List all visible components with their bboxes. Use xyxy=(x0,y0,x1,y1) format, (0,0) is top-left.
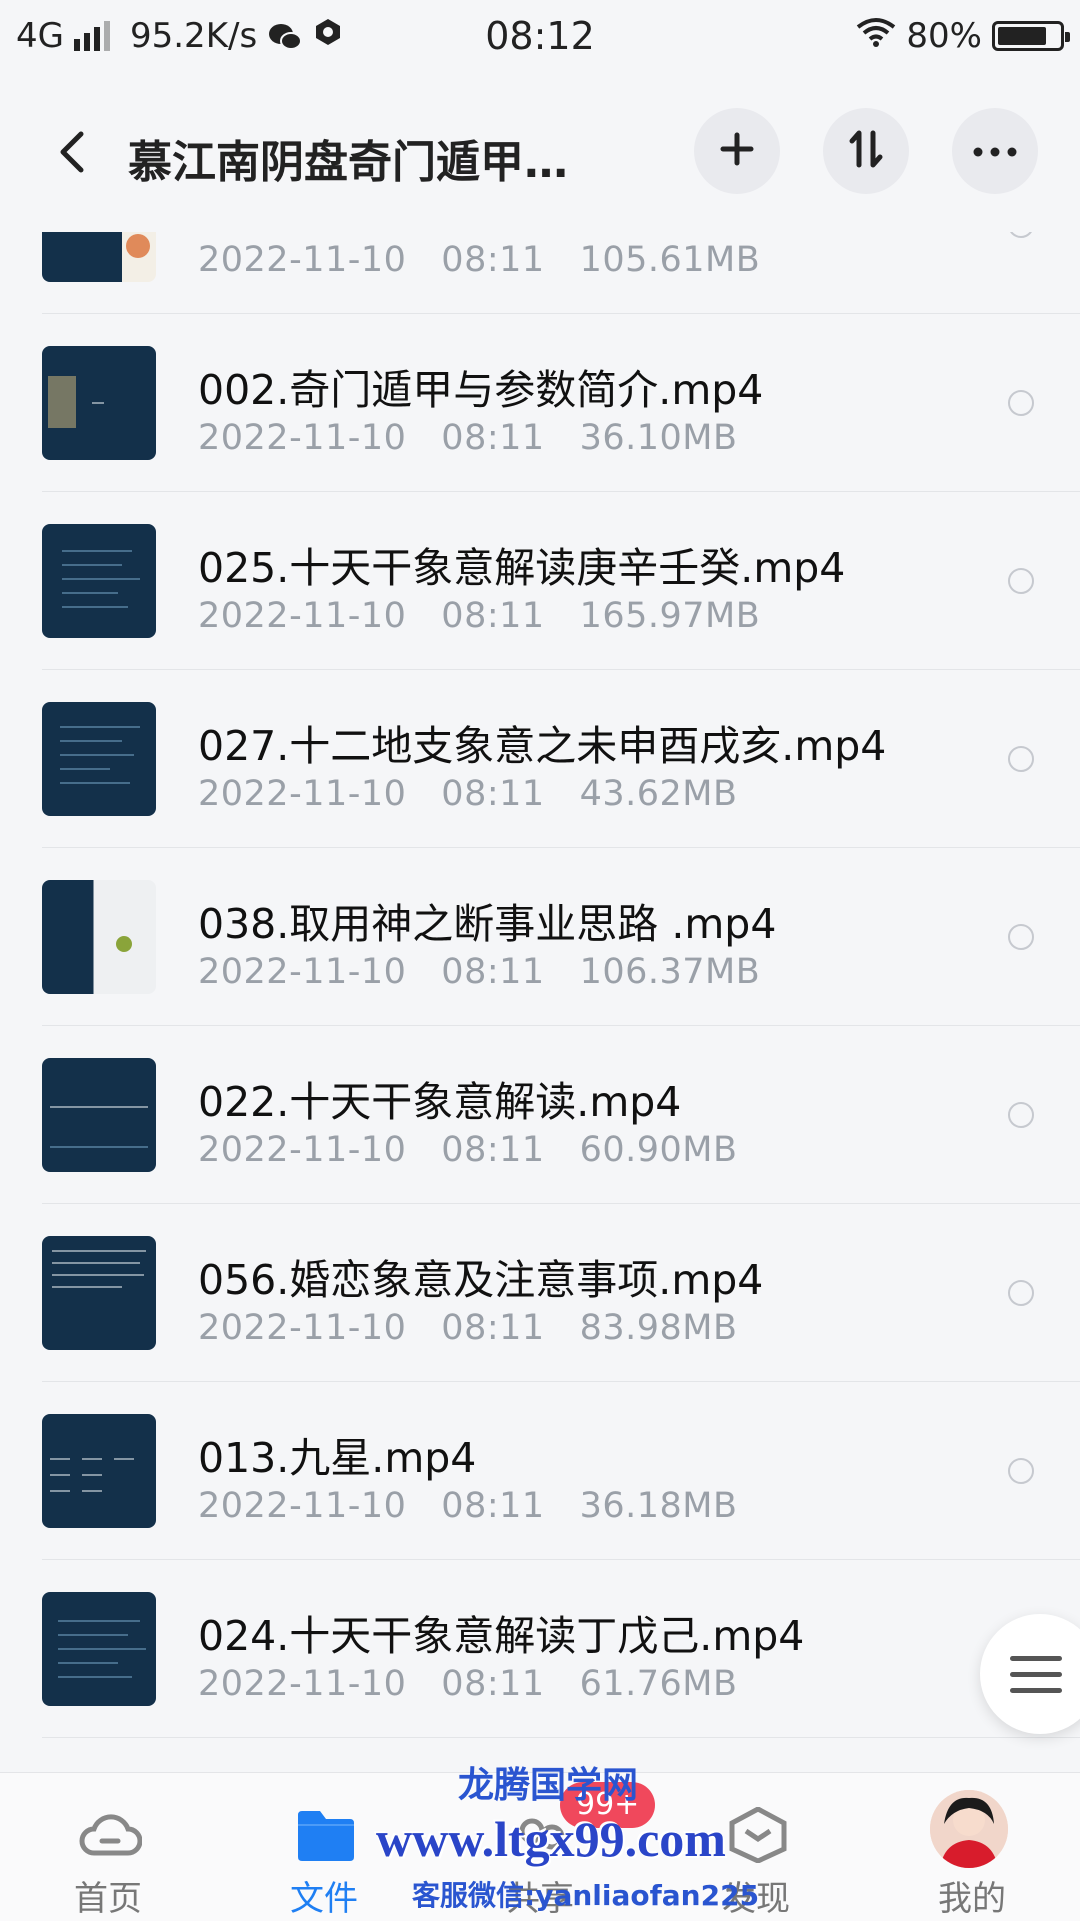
file-size: 105.61MB xyxy=(579,240,761,280)
list-item[interactable]: 025.十天干象意解读庚辛壬癸.mp4 2022-11-10 08:11 165… xyxy=(0,492,1080,670)
list-item[interactable]: 027.十二地支象意之未申酉戌亥.mp4 2022-11-10 08:11 43… xyxy=(0,670,1080,848)
file-meta: 2022-11-10 08:11 106.37MB xyxy=(198,952,760,992)
back-icon[interactable] xyxy=(44,124,100,180)
file-name: 013.九星.mp4 xyxy=(198,1434,477,1482)
plus-icon xyxy=(720,132,754,170)
file-size: 36.10MB xyxy=(579,418,738,458)
discover-icon xyxy=(726,1806,790,1864)
file-meta: 2022-11-10 08:11 105.61MB xyxy=(198,240,760,280)
status-right: 80% xyxy=(856,16,1070,56)
tab-home[interactable]: 首页 xyxy=(0,1773,216,1921)
video-thumbnail xyxy=(42,1058,156,1172)
video-thumbnail xyxy=(42,880,156,994)
file-time: 08:11 xyxy=(441,1308,545,1348)
video-thumbnail xyxy=(42,232,156,282)
tab-label: 文件 xyxy=(290,1879,358,1919)
file-time: 08:11 xyxy=(441,418,545,458)
list-item[interactable]: 056.婚恋象意及注意事项.mp4 2022-11-10 08:11 83.98… xyxy=(0,1204,1080,1382)
file-meta: 2022-11-10 08:11 60.90MB xyxy=(198,1130,737,1170)
file-date: 2022-11-10 xyxy=(198,1308,407,1348)
more-button[interactable] xyxy=(952,108,1038,194)
more-icon xyxy=(973,142,1017,161)
file-time: 08:11 xyxy=(441,240,545,280)
file-date: 2022-11-10 xyxy=(198,1130,407,1170)
file-meta: 2022-11-10 08:11 43.62MB xyxy=(198,774,737,814)
file-name: 025.十天干象意解读庚辛壬癸.mp4 xyxy=(198,544,846,592)
file-meta: 2022-11-10 08:11 36.18MB xyxy=(198,1486,737,1526)
file-name: 002.奇门遁甲与参数简介.mp4 xyxy=(198,366,764,414)
folder-icon xyxy=(294,1807,358,1863)
file-meta: 2022-11-10 08:11 36.10MB xyxy=(198,418,737,458)
sort-icon xyxy=(846,129,886,173)
divider xyxy=(42,1737,1080,1738)
battery-percent: 80% xyxy=(906,16,982,56)
file-time: 08:11 xyxy=(441,952,545,992)
wifi-icon xyxy=(856,16,896,56)
file-time: 08:11 xyxy=(441,596,545,636)
file-name: 027.十二地支象意之未申酉戌亥.mp4 xyxy=(198,722,887,770)
file-time: 08:11 xyxy=(441,1130,545,1170)
file-meta: 2022-11-10 08:11 61.76MB xyxy=(198,1664,737,1704)
video-thumbnail xyxy=(42,1414,156,1528)
file-date: 2022-11-10 xyxy=(198,1664,407,1704)
add-button[interactable] xyxy=(694,108,780,194)
select-radio[interactable] xyxy=(1008,924,1034,950)
list-item[interactable]: 002.奇门遁甲与参数简介.mp4 2022-11-10 08:11 36.10… xyxy=(0,314,1080,492)
file-size: 106.37MB xyxy=(579,952,761,992)
select-radio[interactable] xyxy=(1008,568,1034,594)
list-item[interactable]: 022.十天干象意解读.mp4 2022-11-10 08:11 60.90MB xyxy=(0,1026,1080,1204)
file-time: 08:11 xyxy=(441,774,545,814)
file-size: 36.18MB xyxy=(579,1486,738,1526)
video-thumbnail xyxy=(42,524,156,638)
file-time: 08:11 xyxy=(441,1664,545,1704)
file-size: 61.76MB xyxy=(579,1664,738,1704)
file-name: 056.婚恋象意及注意事项.mp4 xyxy=(198,1256,764,1304)
cloud-icon xyxy=(78,1807,143,1863)
video-thumbnail xyxy=(42,1236,156,1350)
battery-level xyxy=(998,27,1046,45)
list-item[interactable]: 024.十天干象意解读丁戊己.mp4 2022-11-10 08:11 61.7… xyxy=(0,1560,1080,1738)
file-date: 2022-11-10 xyxy=(198,952,407,992)
file-size: 43.62MB xyxy=(579,774,738,814)
avatar[interactable] xyxy=(930,1790,1008,1868)
file-date: 2022-11-10 xyxy=(198,596,407,636)
watermark-contact: 客服微信:yanliaofan225 xyxy=(412,1879,760,1912)
battery-icon xyxy=(992,21,1070,51)
list-item[interactable]: 013.九星.mp4 2022-11-10 08:11 36.18MB xyxy=(0,1382,1080,1560)
nav-bar: 慕江南阴盘奇门遁甲… xyxy=(0,86,1080,216)
select-radio[interactable] xyxy=(1008,1458,1034,1484)
file-date: 2022-11-10 xyxy=(198,774,407,814)
file-meta: 2022-11-10 08:11 165.97MB xyxy=(198,596,760,636)
file-list: 2022-11-10 08:11 105.61MB 002.奇门遁甲与参数简介.… xyxy=(0,232,1080,1772)
file-date: 2022-11-10 xyxy=(198,418,407,458)
video-thumbnail xyxy=(42,1592,156,1706)
select-radio[interactable] xyxy=(1008,232,1034,238)
file-size: 165.97MB xyxy=(579,596,761,636)
watermark-title: 龙腾国学网 xyxy=(458,1765,639,1805)
video-thumbnail xyxy=(42,702,156,816)
file-name: 038.取用神之断事业思路 .mp4 xyxy=(198,900,777,948)
video-thumbnail xyxy=(42,346,156,460)
status-bar: 4G 95.2K/s 08:12 80% xyxy=(0,0,1080,76)
select-radio[interactable] xyxy=(1008,746,1034,772)
select-radio[interactable] xyxy=(1008,1280,1034,1306)
file-size: 83.98MB xyxy=(579,1308,738,1348)
tab-label: 我的 xyxy=(938,1879,1006,1919)
list-item[interactable]: 038.取用神之断事业思路 .mp4 2022-11-10 08:11 106.… xyxy=(0,848,1080,1026)
file-name: 024.十天干象意解读丁戊己.mp4 xyxy=(198,1612,805,1660)
list-item[interactable]: 2022-11-10 08:11 105.61MB xyxy=(0,232,1080,314)
file-meta: 2022-11-10 08:11 83.98MB xyxy=(198,1308,737,1348)
file-name: 022.十天干象意解读.mp4 xyxy=(198,1078,682,1126)
select-radio[interactable] xyxy=(1008,390,1034,416)
file-time: 08:11 xyxy=(441,1486,545,1526)
watermark-url: www.ltgx99.com xyxy=(376,1811,726,1867)
file-date: 2022-11-10 xyxy=(198,240,407,280)
tab-label: 首页 xyxy=(74,1879,142,1919)
sort-button[interactable] xyxy=(823,108,909,194)
select-radio[interactable] xyxy=(1008,1102,1034,1128)
page-title: 慕江南阴盘奇门遁甲… xyxy=(128,137,568,188)
file-date: 2022-11-10 xyxy=(198,1486,407,1526)
file-size: 60.90MB xyxy=(579,1130,738,1170)
